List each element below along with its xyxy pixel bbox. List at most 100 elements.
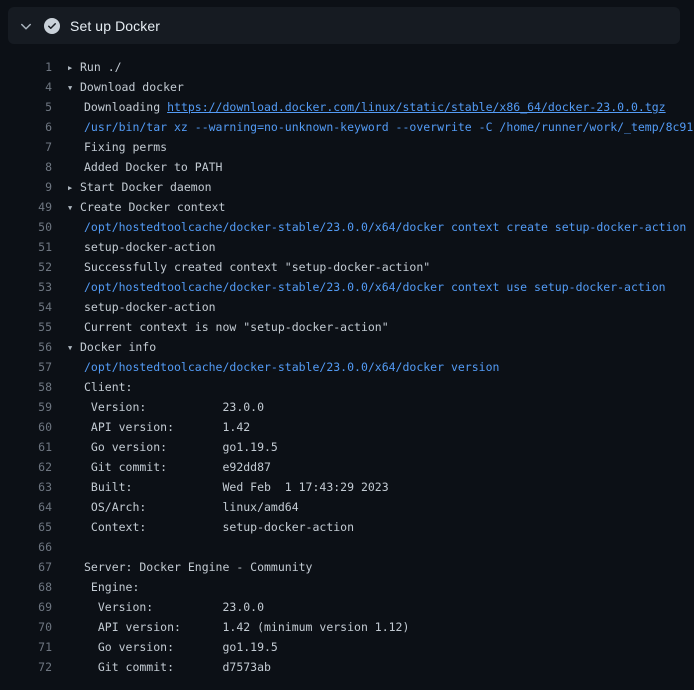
log-group-header[interactable]: 4▼Download docker [0,77,694,97]
line-content: ▼Create Docker context [68,197,694,217]
line-number[interactable]: 65 [0,517,52,537]
line-number[interactable]: 63 [0,477,52,497]
group-title: Run ./ [80,60,122,74]
line-text: Built: Wed Feb 1 17:43:29 2023 [84,480,389,494]
line-content: Added Docker to PATH [68,157,694,177]
line-number[interactable]: 60 [0,417,52,437]
log-line: 62 Git commit: e92dd87 [0,457,694,477]
line-content: OS/Arch: linux/amd64 [68,497,694,517]
line-text: setup-docker-action [84,240,216,254]
log-group-header[interactable]: 1 ▶Run ./ [0,57,694,77]
line-text: Git commit: e92dd87 [84,460,271,474]
line-text: setup-docker-action [84,300,216,314]
log-line: 55 Current context is now "setup-docker-a… [0,317,694,337]
chevron-collapsed-icon: ▶ [68,178,80,198]
line-content: Git commit: e92dd87 [68,457,694,477]
line-number[interactable]: 71 [0,637,52,657]
line-content: /opt/hostedtoolcache/docker-stable/23.0.… [68,277,694,297]
line-number[interactable]: 55 [0,317,52,337]
line-number[interactable]: 68 [0,577,52,597]
line-content: ▼Docker info [68,337,694,357]
line-number[interactable]: 67 [0,557,52,577]
log-lines: 1▶Run ./4▼Download docker5Downloading ht… [0,44,694,677]
line-text: Version: 23.0.0 [84,600,264,614]
log-line: 57/opt/hostedtoolcache/docker-stable/23.… [0,357,694,377]
line-number[interactable]: 61 [0,437,52,457]
line-content: setup-docker-action [68,237,694,257]
line-number[interactable]: 66 [0,537,52,557]
log-group-header[interactable]: 49 ▼Create Docker context [0,197,694,217]
line-number[interactable]: 59 [0,397,52,417]
log-line: 66 [0,537,694,557]
log-line: 51 setup-docker-action [0,237,694,257]
line-number[interactable]: 64 [0,497,52,517]
line-text: Added Docker to PATH [84,160,222,174]
log-line: 52Successfully created context "setup-do… [0,257,694,277]
line-text: Current context is now "setup-docker-act… [84,320,389,334]
line-content: API version: 1.42 [68,417,694,437]
line-text: Client: [84,380,132,394]
command-text: /usr/bin/tar xz --warning=no-unknown-key… [84,120,693,134]
line-content: Version: 23.0.0 [68,597,694,617]
line-number[interactable]: 9 [0,177,52,197]
line-number[interactable]: 62 [0,457,52,477]
line-number[interactable]: 70 [0,617,52,637]
log-line: 65 Context: setup-docker-action [0,517,694,537]
line-number[interactable]: 56 [0,337,52,357]
line-number[interactable]: 8 [0,157,52,177]
log-line: 54 setup-docker-action [0,297,694,317]
log-line: 71 Go version: go1.19.5 [0,637,694,657]
line-content: setup-docker-action [68,297,694,317]
log-line: 58 Client: [0,377,694,397]
line-number[interactable]: 58 [0,377,52,397]
check-circle-icon [44,18,60,34]
line-number[interactable]: 50 [0,217,52,237]
line-text: API version: 1.42 [84,420,250,434]
line-number[interactable]: 51 [0,237,52,257]
log-line: 68 Engine: [0,577,694,597]
download-url-link[interactable]: https://download.docker.com/linux/static… [167,100,666,114]
log-line: 67 Server: Docker Engine - Community [0,557,694,577]
line-number[interactable]: 69 [0,597,52,617]
line-number[interactable]: 52 [0,257,52,277]
line-number[interactable]: 49 [0,197,52,217]
line-content: ▶Run ./ [68,57,694,77]
line-number[interactable]: 4 [0,77,52,97]
group-title: Start Docker daemon [80,180,212,194]
line-content: Go version: go1.19.5 [68,437,694,457]
line-number[interactable]: 54 [0,297,52,317]
line-number[interactable]: 57 [0,357,52,377]
group-title: Create Docker context [80,200,225,214]
line-text: Downloading https://download.docker.com/… [84,100,666,114]
step-header[interactable]: Set up Docker [8,7,680,44]
line-number[interactable]: 1 [0,57,52,77]
line-number[interactable]: 72 [0,657,52,677]
page: Set up Docker 1▶Run ./4▼Download docker5… [0,7,694,677]
chevron-expanded-icon: ▼ [68,338,80,358]
line-text: API version: 1.42 (minimum version 1.12) [84,620,409,634]
line-text: Go version: go1.19.5 [84,640,278,654]
command-text: /opt/hostedtoolcache/docker-stable/23.0.… [84,220,686,234]
line-content [68,537,694,557]
line-number[interactable]: 53 [0,277,52,297]
log-line: 59 Version: 23.0.0 [0,397,694,417]
line-content: Fixing perms [68,137,694,157]
chevron-down-icon[interactable] [18,18,34,34]
line-number[interactable]: 7 [0,137,52,157]
line-text: Server: Docker Engine - Community [84,560,312,574]
line-content: ▶Start Docker daemon [68,177,694,197]
step-title: Set up Docker [70,18,160,34]
log-line: 50/opt/hostedtoolcache/docker-stable/23.… [0,217,694,237]
log-line: 64 OS/Arch: linux/amd64 [0,497,694,517]
log-group-header[interactable]: 9 ▶Start Docker daemon [0,177,694,197]
line-text: Git commit: d7573ab [84,660,271,674]
line-number[interactable]: 6 [0,117,52,137]
line-content: /opt/hostedtoolcache/docker-stable/23.0.… [68,217,694,237]
log-line: 72 Git commit: d7573ab [0,657,694,677]
line-text: Context: setup-docker-action [84,520,354,534]
line-content: Current context is now "setup-docker-act… [68,317,694,337]
log-group-header[interactable]: 56 ▼Docker info [0,337,694,357]
line-number[interactable]: 5 [0,97,52,117]
chevron-expanded-icon: ▼ [68,198,80,218]
line-content: /usr/bin/tar xz --warning=no-unknown-key… [68,117,694,137]
